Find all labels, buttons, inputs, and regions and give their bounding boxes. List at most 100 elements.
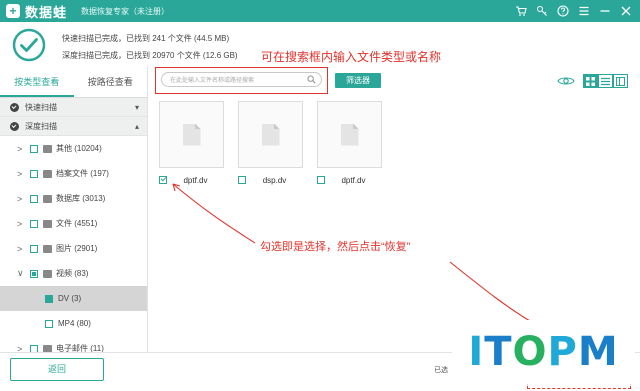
search-icon[interactable] — [307, 75, 316, 84]
tree-item-email[interactable]: > 电子邮件 (11) — [0, 336, 147, 352]
file-checkbox[interactable] — [238, 176, 246, 184]
eye-icon[interactable] — [557, 75, 575, 87]
video-icon — [43, 269, 52, 278]
tree-subitem-mp4[interactable]: MP4 (80) — [0, 311, 147, 336]
file-icon — [340, 123, 359, 146]
back-button[interactable]: 返回 — [10, 358, 104, 381]
scan-complete-check-icon — [12, 28, 46, 62]
select-annotation: 勾选即是选择，然后点击“恢复” — [260, 241, 411, 253]
file-name: dptf.dv — [183, 175, 208, 185]
file-name: dsp.dv — [262, 175, 287, 185]
view-tabs: 按类型查看 按路径查看 — [0, 66, 147, 98]
file-thumbnail[interactable] — [238, 101, 303, 168]
tree-checkbox[interactable] — [30, 269, 38, 278]
arrow-to-checkbox — [172, 183, 256, 244]
file-card[interactable]: dptf.dv — [159, 101, 224, 187]
content-toolbar: 在此处输入文件名称或路径搜索 筛选器 — [155, 67, 640, 95]
tree-subitem-dv[interactable]: DV (3) — [0, 286, 147, 311]
tree-checkbox[interactable] — [30, 219, 38, 228]
group-deep-scan[interactable]: 深度扫描 ▴ — [0, 117, 147, 136]
detail-view-icon[interactable] — [613, 74, 628, 88]
tab-by-path[interactable]: 按路径查看 — [74, 66, 148, 97]
tree-item-image[interactable]: > 图片 (2901) — [0, 236, 147, 261]
key-icon[interactable] — [534, 3, 550, 19]
watermark-letter: M — [577, 329, 619, 375]
tree-item-label: 档案文件 (197) — [56, 169, 109, 178]
expand-arrow-icon[interactable]: > — [17, 169, 27, 179]
chevron-up-icon[interactable]: ▴ — [135, 122, 139, 131]
file-name: dptf.dv — [341, 175, 366, 185]
quick-scan-status: 快速扫描已完成，已找到 241 个文件 (44.5 MB) — [62, 34, 230, 43]
list-view-icon[interactable] — [598, 74, 613, 88]
watermark-letter: I — [468, 329, 485, 375]
grid-view-icon[interactable] — [583, 74, 598, 88]
itopm-watermark-logo: I T O P M — [452, 320, 635, 384]
expand-arrow-icon[interactable]: > — [17, 194, 27, 204]
tab-by-type[interactable]: 按类型查看 — [0, 66, 74, 97]
tree-item-other[interactable]: > 其他 (10204) — [0, 136, 147, 161]
app-name: 数据蛙 — [25, 4, 68, 20]
watermark-letter: O — [512, 329, 548, 375]
sidebar: 按类型查看 按路径查看 快速扫描 ▾ 深度扫描 ▴ > 其他 (10204) >… — [0, 66, 148, 352]
tree-item-label: 文件 (4551) — [56, 219, 98, 228]
folder-icon — [43, 144, 52, 153]
database-icon — [43, 194, 52, 203]
app-logo: + 数据蛙 — [6, 2, 67, 21]
tree-item-database[interactable]: > 数据库 (3013) — [0, 186, 147, 211]
tree-item-label: 数据库 (3013) — [56, 194, 106, 203]
radio-checked-icon — [10, 121, 19, 131]
expand-arrow-icon[interactable]: > — [17, 219, 27, 229]
file-thumbnail[interactable] — [159, 101, 224, 168]
tree-checkbox[interactable] — [45, 294, 53, 303]
cart-icon[interactable] — [513, 3, 529, 19]
arrow-to-recover — [449, 261, 538, 326]
tree-item-document[interactable]: > 文件 (4551) — [0, 211, 147, 236]
tree-item-label: 视频 (83) — [56, 269, 89, 278]
file-thumbnail[interactable] — [317, 101, 382, 168]
tree-checkbox[interactable] — [30, 344, 38, 352]
app-subtitle: 数据恢复专家（未注册） — [81, 6, 170, 16]
expand-arrow-icon[interactable]: > — [17, 244, 27, 254]
search-annotation: 可在搜索框内输入文件类型或名称 — [261, 50, 442, 64]
filter-button[interactable]: 筛选器 — [335, 73, 381, 88]
group-quick-scan[interactable]: 快速扫描 ▾ — [0, 98, 147, 117]
radio-checked-icon — [10, 102, 19, 112]
tree-checkbox[interactable] — [30, 169, 38, 178]
file-checkbox[interactable] — [159, 176, 167, 184]
tree-checkbox[interactable] — [30, 194, 38, 203]
file-card[interactable]: dsp.dv — [238, 101, 303, 187]
expand-arrow-icon[interactable]: > — [17, 144, 27, 154]
chevron-down-icon[interactable]: ▾ — [135, 103, 139, 112]
tree-checkbox[interactable] — [45, 319, 53, 328]
file-checkbox[interactable] — [317, 176, 325, 184]
close-icon[interactable] — [618, 3, 634, 19]
tree-item-video[interactable]: ∨ 视频 (83) — [0, 261, 147, 286]
tree-item-label: 其他 (10204) — [56, 144, 102, 153]
tree-item-label: 电子邮件 (11) — [56, 344, 104, 352]
document-icon — [43, 219, 52, 228]
search-placeholder: 在此处输入文件名称或路径搜索 — [170, 78, 255, 84]
expand-arrow-icon[interactable]: > — [17, 344, 27, 353]
tree-checkbox[interactable] — [30, 244, 38, 253]
file-icon — [182, 123, 201, 146]
selected-count: 已选 — [434, 367, 448, 374]
tree-item-label: DV (3) — [58, 294, 82, 303]
tree-item-label: MP4 (80) — [58, 319, 91, 328]
collapse-arrow-icon[interactable]: ∨ — [17, 268, 27, 279]
image-icon — [43, 244, 52, 253]
deep-scan-status: 深度扫描已完成，已找到 20970 个文件 (12.6 GB) — [62, 51, 238, 60]
title-bar: + 数据蛙 数据恢复专家（未注册） — [0, 0, 640, 22]
group-label: 快速扫描 — [25, 102, 57, 112]
file-icon — [261, 123, 280, 146]
minimize-icon[interactable] — [597, 3, 613, 19]
watermark-letter: P — [547, 329, 578, 375]
search-input[interactable]: 在此处输入文件名称或路径搜索 — [161, 72, 322, 87]
email-icon — [43, 344, 52, 352]
menu-icon[interactable] — [576, 3, 592, 19]
group-label: 深度扫描 — [25, 121, 57, 131]
logo-plus-icon: + — [6, 4, 20, 18]
tree-item-archive[interactable]: > 档案文件 (197) — [0, 161, 147, 186]
tree-checkbox[interactable] — [30, 144, 38, 153]
file-card[interactable]: dptf.dv — [317, 101, 382, 187]
help-icon[interactable] — [555, 3, 571, 19]
